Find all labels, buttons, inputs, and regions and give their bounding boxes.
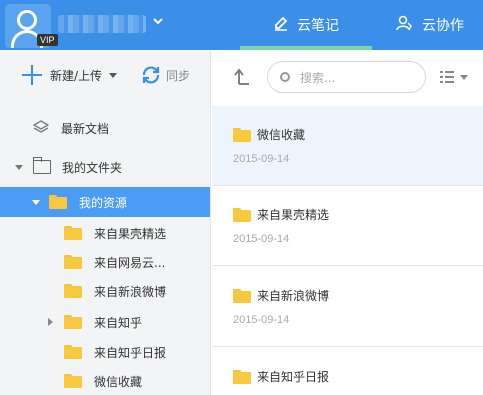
sidebar-item-my-resources-label: 我的资源 <box>79 195 128 210</box>
sidebar-item-recent-label: 最新文档 <box>61 121 110 136</box>
list-toolbar: 搜索... <box>212 50 483 106</box>
plus-icon <box>22 65 42 85</box>
new-upload-label: 新建/上传 <box>50 68 103 83</box>
tab-cloud-collab-label: 云协作 <box>422 18 464 34</box>
list-item-title: 来自新浪微博 <box>257 289 330 303</box>
list-item-date: 2015-09-14 <box>233 314 290 326</box>
chevron-down-icon <box>460 74 468 80</box>
sidebar-subfolder-label: 来自知乎 <box>94 315 143 330</box>
layers-icon <box>32 119 50 138</box>
list-view-icon <box>440 71 454 83</box>
list-item-title: 微信收藏 <box>257 128 306 142</box>
folder-icon <box>64 226 82 240</box>
sidebar-item-my-folder-label: 我的文件夹 <box>62 160 123 175</box>
sidebar-subfolder[interactable]: 来自知乎 <box>0 308 210 336</box>
sidebar-subfolder[interactable]: 来自知乎日报 <box>0 338 210 366</box>
folder-icon <box>233 127 251 142</box>
sidebar-subfolder[interactable]: 来自果壳精选 <box>0 219 210 247</box>
sidebar-subfolder-label: 来自新浪微博 <box>94 284 167 299</box>
list-item[interactable]: 来自果壳精选 2015-09-14 <box>212 186 483 266</box>
chevron-down-icon <box>109 72 118 78</box>
list-item[interactable]: 微信收藏 2015-09-14 <box>212 106 483 186</box>
list-item[interactable]: 来自知乎日报 <box>212 348 483 395</box>
pencil-icon <box>273 15 289 35</box>
list-item-title: 来自知乎日报 <box>257 370 330 384</box>
tab-cloud-collab[interactable]: 云协作 <box>396 0 483 50</box>
folder-icon <box>64 255 82 269</box>
sync-button[interactable]: 同步 <box>140 62 190 88</box>
view-mode-button[interactable] <box>440 70 468 84</box>
search-icon <box>280 72 290 82</box>
parent-folder-icon[interactable] <box>234 68 250 89</box>
list-item-date: 2015-09-14 <box>233 153 290 165</box>
sync-icon <box>142 66 160 84</box>
tab-cloud-notes-label: 云笔记 <box>297 18 339 34</box>
folder-icon <box>49 195 67 209</box>
folder-icon <box>64 345 82 359</box>
search-input[interactable]: 搜索... <box>267 61 426 93</box>
tab-cloud-notes[interactable]: 云笔记 <box>240 0 372 50</box>
expand-toggle-icon[interactable] <box>32 199 40 205</box>
folder-icon <box>233 207 251 222</box>
sidebar-subfolder[interactable]: 微信收藏 <box>0 367 210 395</box>
sidebar-subfolder[interactable]: 来自新浪微博 <box>0 277 210 305</box>
list-item-date: 2015-09-14 <box>233 233 290 245</box>
vip-badge: VIP <box>37 34 58 46</box>
sidebar-item-recent[interactable]: 最新文档 <box>0 114 210 142</box>
sidebar-subfolder-label: 来自果壳精选 <box>94 226 167 241</box>
folder-icon <box>233 288 251 303</box>
folder-icon <box>64 284 82 298</box>
folder-icon <box>64 315 82 329</box>
sidebar-item-my-resources[interactable]: 我的资源 <box>0 187 210 217</box>
list-item-title: 来自果壳精选 <box>257 208 330 222</box>
sidebar-item-my-folder[interactable]: 我的文件夹 <box>0 153 210 181</box>
folder-icon <box>233 369 251 384</box>
avatar-head-icon <box>17 10 37 30</box>
search-placeholder: 搜索... <box>300 70 336 85</box>
user-icon <box>396 15 414 35</box>
sidebar-subfolder[interactable]: 来自网易云... <box>0 248 210 276</box>
new-upload-button[interactable]: 新建/上传 <box>22 62 118 88</box>
sync-label: 同步 <box>166 68 191 83</box>
chevron-down-icon[interactable] <box>153 14 163 28</box>
top-bar: VIP 云笔记 云协作 <box>0 0 483 50</box>
list-item[interactable]: 来自新浪微博 2015-09-14 <box>212 267 483 347</box>
folder-outline-icon <box>32 157 51 174</box>
sidebar: 新建/上传 同步 最新文档 我的文件夹 我的资源 来自果壳精选 来自网易云... <box>0 50 211 395</box>
sidebar-subfolder-label: 来自网易云... <box>94 255 166 270</box>
username-blurred[interactable] <box>58 15 146 33</box>
expand-toggle-icon[interactable] <box>15 164 23 170</box>
sidebar-subfolder-label: 来自知乎日报 <box>94 345 167 360</box>
sidebar-subfolder-label: 微信收藏 <box>94 374 143 389</box>
expand-toggle-icon[interactable] <box>48 318 53 326</box>
folder-icon <box>64 374 82 388</box>
